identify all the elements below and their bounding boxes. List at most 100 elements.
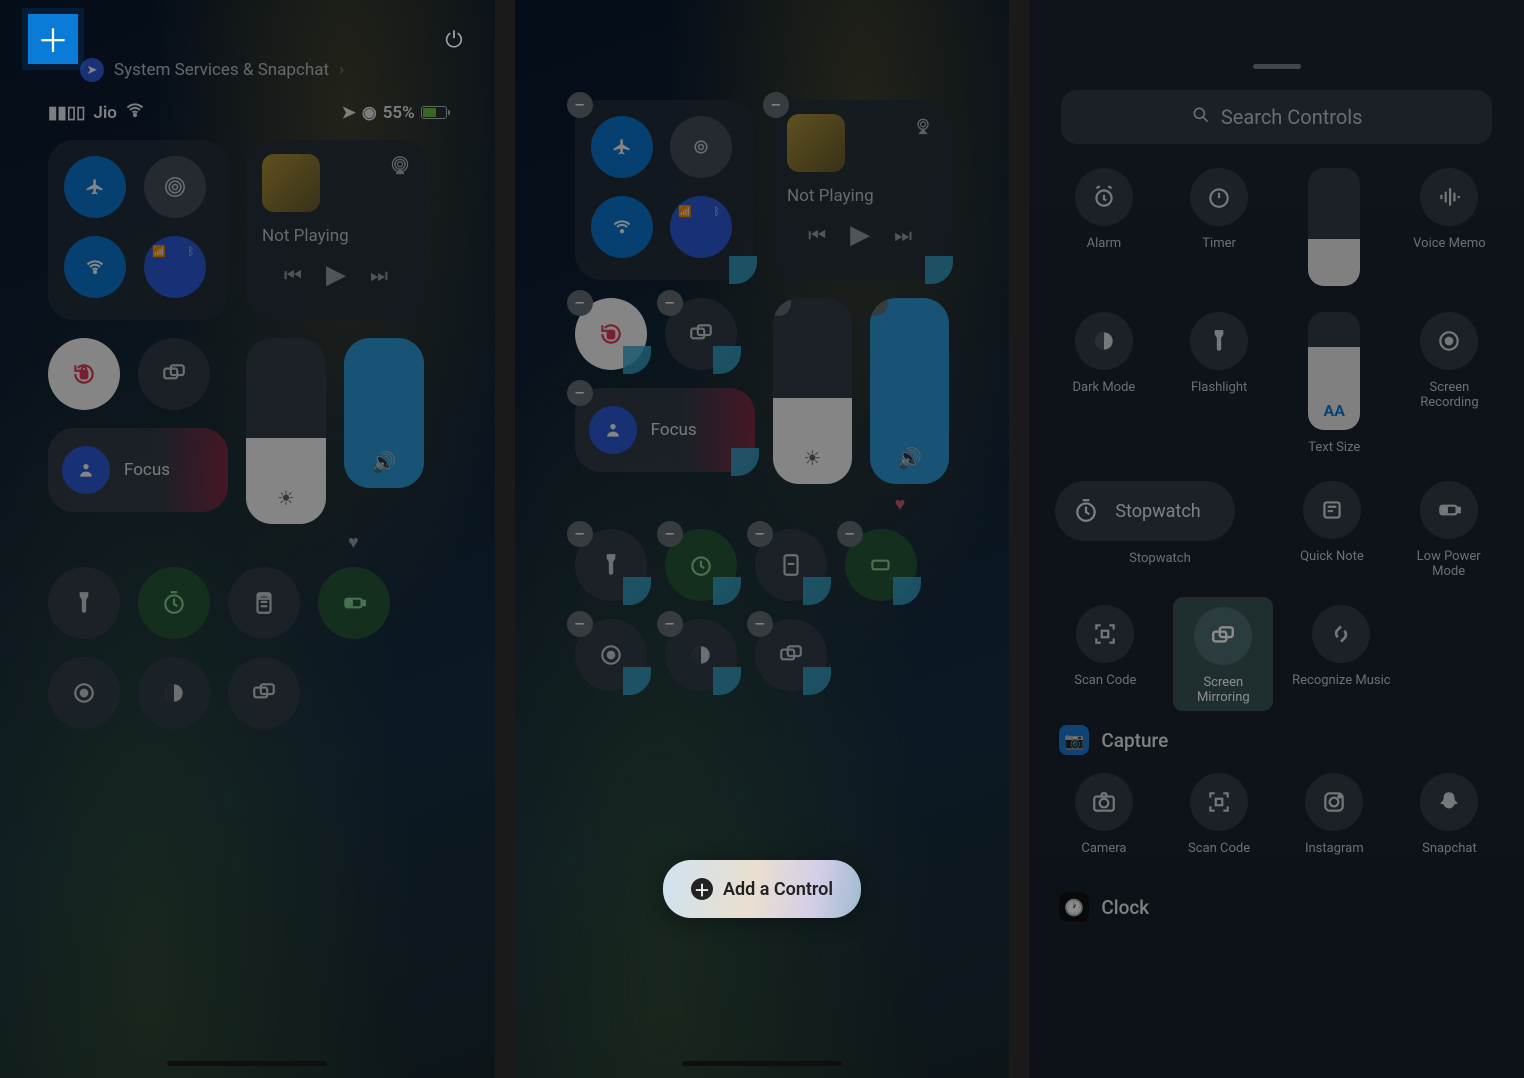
control-flashlight[interactable]: Flashlight (1171, 304, 1268, 473)
remove-icon[interactable]: − (567, 611, 593, 637)
airplay-icon[interactable] (390, 156, 410, 180)
media-tile[interactable]: Not Playing ⏮ ▶ ⏭ (246, 140, 426, 320)
next-track-icon[interactable]: ⏭ (370, 263, 388, 287)
focus-tile-edit[interactable]: − Focus (575, 388, 755, 472)
add-a-control-button[interactable]: ＋ Add a Control (663, 860, 861, 918)
control-instagram[interactable]: Instagram (1286, 765, 1383, 874)
dark-mode-toggle[interactable] (138, 657, 210, 729)
breadcrumb[interactable]: ➤ System Services & Snapchat › (80, 58, 344, 82)
rotation-lock-edit[interactable]: − (575, 298, 647, 370)
connectivity-tile[interactable]: 📶 ᛒ (48, 140, 228, 320)
screen-recording-edit[interactable]: − (575, 619, 647, 691)
control-low-power[interactable]: Low Power Mode (1399, 473, 1498, 597)
control-snapchat[interactable]: Snapchat (1401, 765, 1498, 874)
control-scan-code[interactable]: Scan Code (1055, 597, 1155, 711)
airplane-icon[interactable] (64, 156, 126, 218)
screen-mirroring-toggle[interactable] (138, 338, 210, 410)
wifi-icon (125, 100, 145, 125)
focus-tile[interactable]: Focus (48, 428, 228, 512)
plus-circle-icon: ＋ (691, 878, 713, 900)
remove-icon[interactable]: − (567, 380, 593, 406)
bluetooth-cell-tile[interactable]: 📶 ᛒ (144, 236, 206, 298)
timer-toggle[interactable] (138, 567, 210, 639)
low-power-edit[interactable]: − (845, 529, 917, 601)
brightness-icon: ☀ (773, 446, 852, 470)
control-scan-code-2[interactable]: Scan Code (1171, 765, 1268, 874)
control-recognize-music[interactable]: Recognize Music (1291, 597, 1391, 711)
power-icon[interactable]: ⏻ (445, 28, 462, 53)
flashlight-edit[interactable]: − (575, 529, 647, 601)
resize-handle[interactable] (893, 577, 921, 605)
connectivity-tile-edit[interactable]: − 📶ᛒ (575, 100, 753, 280)
snapchat-icon (1420, 773, 1478, 831)
instagram-icon (1305, 773, 1363, 831)
section-clock: 🕐 Clock (1055, 892, 1498, 922)
volume-slider-edit[interactable]: − 🔊 (870, 298, 949, 484)
remove-icon[interactable]: − (567, 521, 593, 547)
home-indicator[interactable] (167, 1061, 327, 1066)
prev-track-icon[interactable]: ⏮ (284, 263, 302, 287)
calculator-toggle[interactable] (228, 567, 300, 639)
dark-mode-edit[interactable]: − (665, 619, 737, 691)
remove-icon[interactable]: − (657, 611, 683, 637)
control-text-size[interactable]: AA Text Size (1286, 304, 1383, 473)
resize-handle[interactable] (623, 346, 651, 374)
remove-icon[interactable]: − (837, 521, 863, 547)
search-controls-field[interactable]: Search Controls (1061, 90, 1492, 144)
wifi-toggle[interactable] (64, 236, 126, 298)
remove-icon[interactable]: − (657, 290, 683, 316)
resize-handle[interactable] (623, 667, 651, 695)
home-indicator[interactable] (682, 1061, 842, 1066)
screen-mirror-toggle-2[interactable] (228, 657, 300, 729)
resize-handle[interactable] (803, 577, 831, 605)
text-size-icon: AA (1308, 401, 1360, 420)
brightness-slider-edit[interactable]: ☀ (773, 298, 852, 484)
rotation-lock-toggle[interactable] (48, 338, 120, 410)
play-icon[interactable]: ▶ (326, 260, 346, 290)
screen-mirroring-edit[interactable]: − (665, 298, 737, 370)
clock-status-icon: ◉ (362, 103, 377, 123)
control-timer[interactable]: Timer (1171, 160, 1268, 304)
sheet-grabber[interactable] (1253, 64, 1301, 69)
control-screen-mirroring-highlight[interactable]: Screen Mirroring (1173, 597, 1273, 711)
calculator-edit[interactable]: − (755, 529, 827, 601)
control-screen-recording[interactable]: Screen Recording (1401, 304, 1498, 473)
control-quick-note[interactable]: Quick Note (1283, 473, 1382, 582)
plus-icon: ＋ (37, 16, 69, 62)
resize-handle[interactable] (623, 577, 651, 605)
brightness-slider[interactable]: ☀ (246, 338, 326, 524)
control-alarm[interactable]: Alarm (1055, 160, 1152, 304)
media-tile-edit[interactable]: − Not Playing ⏮ ▶ ⏭ (771, 100, 949, 280)
resize-handle[interactable] (925, 256, 953, 284)
add-control-label: Add a Control (723, 879, 833, 900)
control-stopwatch[interactable]: Stopwatch Stopwatch (1055, 473, 1264, 584)
brightness-cell[interactable] (1286, 160, 1383, 304)
screen-recording-toggle[interactable] (48, 657, 120, 729)
remove-icon[interactable] (773, 298, 791, 316)
resize-handle[interactable] (713, 577, 741, 605)
timer-edit[interactable]: − (665, 529, 737, 601)
remove-icon[interactable]: − (567, 290, 593, 316)
resize-handle[interactable] (803, 667, 831, 695)
control-dark-mode[interactable]: Dark Mode (1055, 304, 1152, 473)
control-voice-memo[interactable]: Voice Memo (1401, 160, 1498, 304)
remove-icon[interactable]: − (747, 611, 773, 637)
remove-icon[interactable]: − (567, 92, 593, 118)
control-camera[interactable]: Camera (1055, 765, 1152, 874)
remove-icon[interactable]: − (657, 521, 683, 547)
resize-handle[interactable] (731, 448, 759, 476)
next-track-icon: ⏭ (894, 223, 912, 247)
screen-mirror-edit-2[interactable]: − (755, 619, 827, 691)
resize-handle[interactable] (729, 256, 757, 284)
volume-slider[interactable]: 🔊 (344, 338, 424, 488)
flashlight-toggle[interactable] (48, 567, 120, 639)
airdrop-icon (670, 116, 732, 178)
remove-icon[interactable]: − (747, 521, 773, 547)
resize-handle[interactable] (713, 667, 741, 695)
remove-icon[interactable]: − (763, 92, 789, 118)
search-placeholder: Search Controls (1221, 105, 1363, 129)
resize-handle[interactable] (713, 346, 741, 374)
airdrop-icon[interactable] (144, 156, 206, 218)
add-control-button[interactable]: ＋ (28, 14, 78, 64)
low-power-toggle[interactable] (318, 567, 390, 639)
